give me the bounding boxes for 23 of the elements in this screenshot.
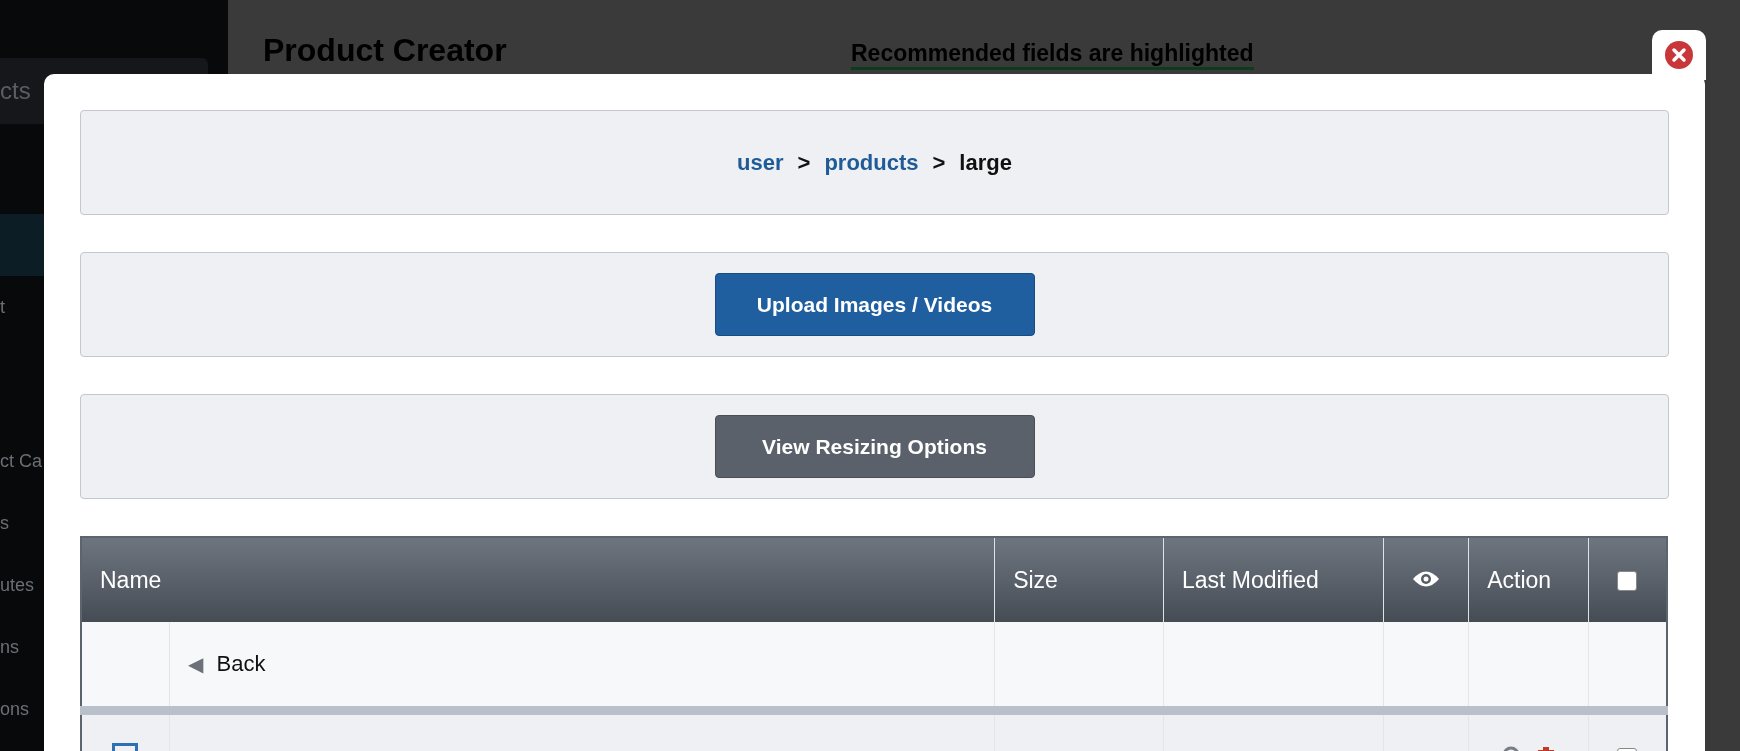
upload-button[interactable]: Upload Images / Videos	[714, 273, 1035, 336]
eye-icon	[1412, 569, 1441, 588]
breadcrumb-separator: >	[932, 149, 946, 176]
back-link[interactable]: ◀ Back	[187, 651, 266, 677]
sidebar-item[interactable]: ct Ca	[0, 430, 44, 492]
column-header: Action	[1468, 537, 1589, 622]
page-title: Product Creator	[263, 32, 507, 69]
breadcrumb-separator: >	[797, 149, 811, 176]
breadcrumb-link[interactable]: products	[824, 149, 919, 176]
column-header: Size	[994, 537, 1164, 622]
sidebar-item[interactable]: ons	[0, 678, 44, 740]
breadcrumb-link[interactable]: user	[737, 149, 784, 176]
close-icon[interactable]	[1664, 40, 1694, 70]
sidebar-item[interactable]: ns	[0, 616, 44, 678]
breadcrumb-current: large	[959, 149, 1012, 176]
sidebar-item[interactable]: t	[0, 276, 44, 338]
select-all-checkbox[interactable]	[1617, 571, 1638, 592]
resize-options-button[interactable]: View Resizing Options	[714, 415, 1035, 478]
column-header: Last Modified	[1163, 537, 1384, 622]
notice-text: Recommended fields are highlighted	[851, 40, 1254, 70]
column-header: Name	[81, 537, 995, 622]
sidebar-item[interactable]: s	[0, 492, 44, 554]
sidebar-item[interactable]: utes	[0, 554, 44, 616]
